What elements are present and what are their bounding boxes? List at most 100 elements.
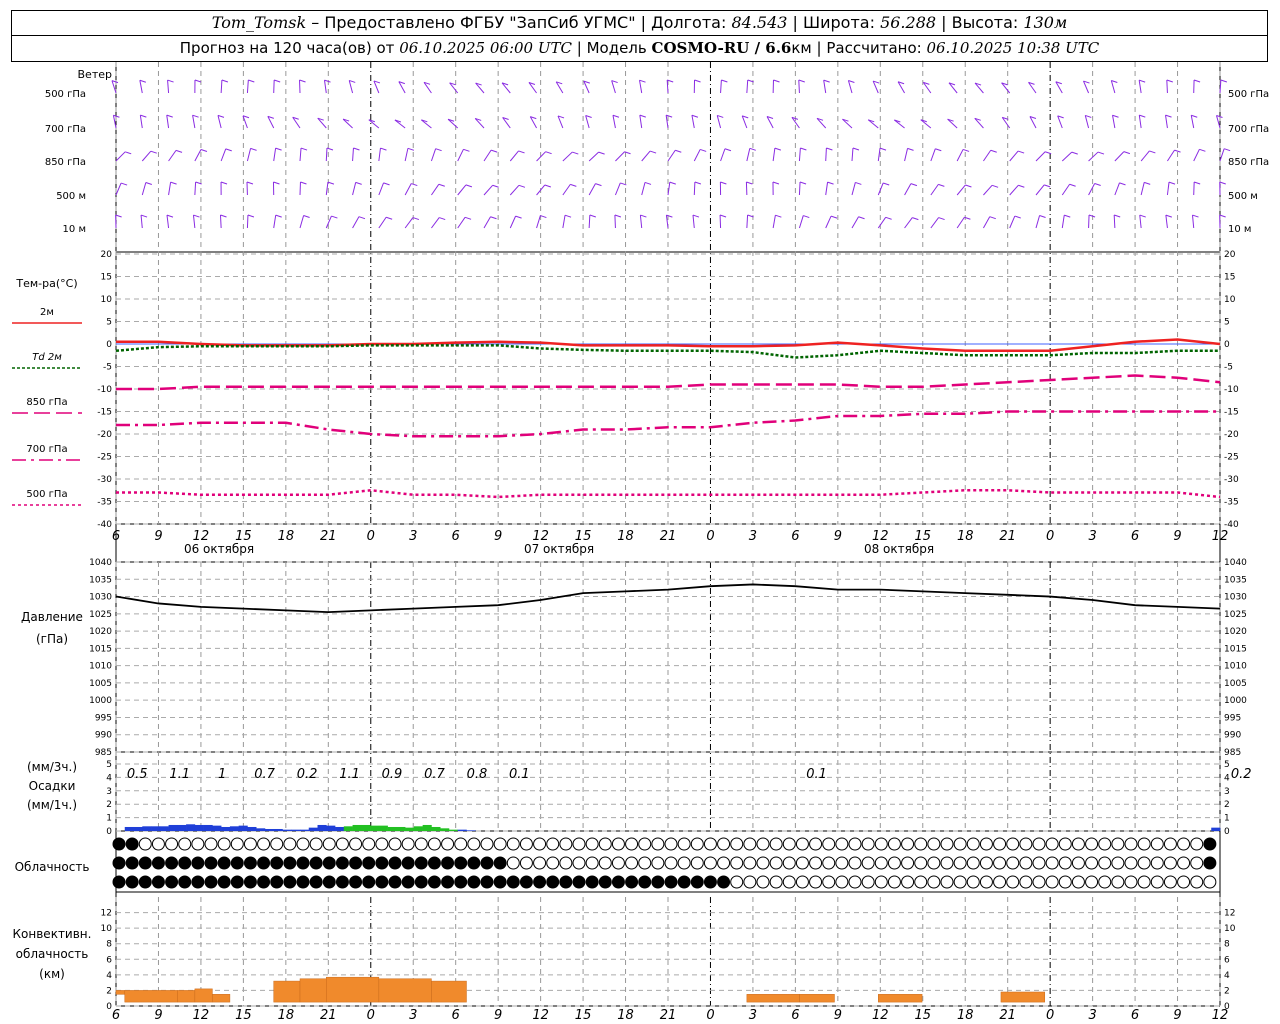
- x-tick-label: 21: [320, 529, 337, 544]
- cloud-symbol: [611, 837, 625, 851]
- wind-barb: [378, 148, 381, 162]
- cloud-symbol: [454, 837, 468, 851]
- wind-barb-flag: [385, 216, 393, 220]
- cloud-symbol: [1190, 837, 1204, 851]
- cloud-symbol: [533, 875, 547, 889]
- wind-barb: [509, 215, 517, 229]
- cloud-symbol: [1032, 837, 1046, 851]
- wind-barb: [877, 217, 887, 229]
- cloud-symbol: [1124, 875, 1138, 889]
- precip-total-label: 1: [218, 767, 226, 782]
- precip-title: Осадки: [29, 779, 76, 793]
- x-tick-label-bottom: 15: [914, 1008, 931, 1023]
- cloud-symbol: [138, 875, 152, 889]
- cloud-symbol: [940, 856, 954, 870]
- pressure-ytick-right: 1040: [1224, 558, 1247, 568]
- conv-ytick-right: 10: [1224, 924, 1236, 934]
- cloud-symbol: [611, 856, 625, 870]
- cloud-symbol: [138, 856, 152, 870]
- x-tick-label-bottom: 9: [834, 1008, 842, 1023]
- x-tick-label: 3: [1088, 529, 1096, 544]
- wind-barb: [1114, 151, 1125, 162]
- x-tick-label-bottom: 12: [872, 1008, 889, 1023]
- conv-ytick-right: 2: [1224, 986, 1230, 996]
- cloud-symbol: [809, 875, 823, 889]
- cloud-symbol: [506, 875, 520, 889]
- cloud-symbol: [559, 856, 573, 870]
- x-tick-label: 0: [706, 529, 714, 544]
- temp-ytick-right: 10: [1224, 295, 1236, 305]
- wind-barb-flag: [1194, 181, 1201, 185]
- wind-barb-flag: [464, 216, 472, 220]
- wind-barb-flag: [826, 147, 833, 151]
- wind-barb-flag: [772, 181, 780, 185]
- cloud-symbol: [178, 875, 192, 889]
- cloud-symbol: [414, 856, 428, 870]
- cloud-symbol: [598, 875, 612, 889]
- cloud-symbol: [743, 837, 757, 851]
- wind-barb: [299, 148, 302, 162]
- cloud-symbol: [125, 856, 139, 870]
- precip-ytick-right: 0: [1224, 827, 1230, 837]
- wind-barb: [404, 148, 409, 162]
- wind-barb: [615, 151, 625, 162]
- x-tick-label: 0: [1046, 529, 1054, 544]
- cloud-symbol: [966, 875, 980, 889]
- precip-bar: [159, 826, 169, 831]
- wind-barb: [1165, 215, 1168, 229]
- wind-barb-flag: [1192, 214, 1199, 218]
- precip-bar: [264, 828, 275, 831]
- cloud-symbol: [953, 837, 967, 851]
- wind-barb-flag: [544, 184, 552, 188]
- wind-barb-flag: [1069, 183, 1076, 187]
- wind-barb: [746, 79, 749, 94]
- conv-ytick-right: 12: [1224, 909, 1235, 919]
- cloud-symbol: [625, 856, 639, 870]
- wind-barb-flag: [691, 114, 699, 118]
- cloud-symbol: [598, 837, 612, 851]
- wind-barb: [1166, 182, 1170, 196]
- wind-barb: [273, 215, 277, 229]
- cloud-symbol: [1098, 875, 1112, 889]
- wind-barb: [1193, 149, 1200, 162]
- cloud-symbol: [191, 856, 205, 870]
- pressure-ytick: 1040: [89, 558, 112, 568]
- wind-barb-flag: [564, 214, 572, 218]
- wind-barb-flag: [300, 147, 308, 151]
- cloud-symbol: [756, 856, 770, 870]
- cloud-symbol: [782, 837, 796, 851]
- x-tick-label-bottom: 21: [320, 1008, 337, 1023]
- conv-bar: [299, 978, 327, 1003]
- wind-barb-flag: [1088, 214, 1096, 218]
- precip-bar: [194, 824, 204, 831]
- precip-ytick: 3: [106, 787, 112, 797]
- wind-barb: [536, 184, 546, 196]
- precip-total-label: 0.2: [297, 767, 318, 782]
- precip-bar: [300, 829, 310, 831]
- precip-total-label: 0.1: [806, 767, 827, 782]
- wind-barb: [404, 217, 414, 229]
- wind-barb-flag: [1166, 79, 1173, 83]
- wind-barb: [325, 147, 328, 162]
- wind-barb: [141, 150, 152, 162]
- x-tick-label: 3: [409, 529, 417, 544]
- cloud-symbol: [914, 837, 928, 851]
- wind-barb-flag: [883, 182, 890, 186]
- wind-barb: [194, 149, 202, 162]
- x-tick-label-bottom: 18: [617, 1008, 634, 1023]
- cloud-symbol: [690, 875, 704, 889]
- cloud-symbol: [887, 875, 901, 889]
- cloud-symbol: [427, 875, 441, 889]
- cloud-symbol: [204, 875, 218, 889]
- wind-barb-flag: [175, 149, 183, 153]
- wind-barb-flag: [518, 184, 526, 188]
- temp-ytick-right: -20: [1224, 430, 1239, 440]
- wind-barb-flag: [463, 148, 470, 152]
- wind-barb: [851, 147, 854, 162]
- wind-barb: [166, 215, 170, 229]
- cloud-symbol: [388, 875, 402, 889]
- temp-ytick: -40: [97, 520, 112, 530]
- wind-barb: [982, 216, 991, 229]
- cloud-symbol: [1124, 856, 1138, 870]
- cloud-symbol: [1111, 856, 1125, 870]
